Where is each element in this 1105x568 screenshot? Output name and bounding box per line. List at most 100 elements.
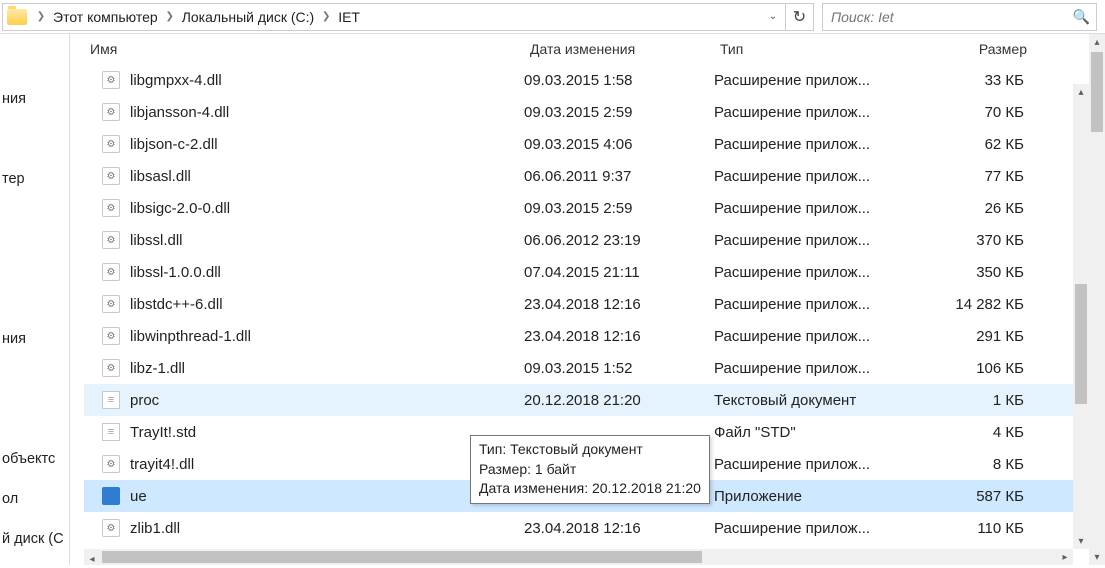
list-vertical-scrollbar[interactable]: ▴ ▾ [1073, 84, 1089, 549]
tooltip-size: Размер: 1 байт [479, 460, 701, 480]
file-date: 09.03.2015 1:58 [524, 72, 714, 89]
file-name: libsigc-2.0-0.dll [130, 200, 230, 217]
file-type: Файл "STD" [714, 424, 894, 441]
dll-file-icon [102, 327, 120, 345]
file-name: zlib1.dll [130, 520, 180, 537]
file-size: 70 КБ [894, 104, 1034, 121]
file-row[interactable]: libstdc++-6.dll 23.04.2018 12:16Расширени… [84, 288, 1089, 320]
refresh-button[interactable]: ↻ [786, 3, 814, 31]
file-row[interactable]: zlib1.dll 23.04.2018 12:16Расширение прил… [84, 512, 1089, 544]
file-type: Расширение прилож... [714, 520, 894, 537]
scroll-thumb[interactable] [1075, 284, 1087, 404]
scroll-thumb[interactable] [1091, 52, 1103, 132]
folder-icon [7, 9, 27, 25]
sidebar-item[interactable] [0, 408, 69, 430]
address-dropdown-icon[interactable]: ⌄ [761, 11, 785, 22]
file-size: 370 КБ [894, 232, 1034, 249]
file-size: 350 КБ [894, 264, 1034, 281]
chevron-right-icon: ❯ [33, 11, 49, 22]
file-row[interactable]: libjson-c-2.dll09.03.2015 4:06Расширение… [84, 128, 1089, 160]
file-row[interactable]: libjansson-4.dll09.03.2015 2:59Расширени… [84, 96, 1089, 128]
scroll-up-icon[interactable]: ▴ [1089, 34, 1105, 50]
text-file-icon [102, 391, 120, 409]
sidebar-item[interactable] [0, 248, 69, 270]
scroll-up-icon[interactable]: ▴ [1073, 84, 1089, 100]
breadcrumb-item[interactable]: Локальный диск (C:) [178, 9, 319, 25]
sidebar-item[interactable]: ния [0, 88, 69, 110]
dll-file-icon [102, 103, 120, 121]
sidebar-item[interactable]: тер [0, 168, 69, 190]
file-name: libssl-1.0.0.dll [130, 264, 221, 281]
sidebar-item[interactable] [0, 288, 69, 310]
file-row[interactable]: libsigc-2.0-0.dll09.03.2015 2:59Расширен… [84, 192, 1089, 224]
dll-file-icon [102, 359, 120, 377]
file-type: Приложение [714, 488, 894, 505]
dll-file-icon [102, 199, 120, 217]
file-date: 23.04.2018 12:16 [524, 328, 714, 345]
file-type: Расширение прилож... [714, 296, 894, 313]
file-type: Расширение прилож... [714, 232, 894, 249]
file-row[interactable]: libwinpthread-1.dll23.04.2018 12:16Расши… [84, 320, 1089, 352]
column-header-size[interactable]: Размер [894, 34, 1034, 64]
dll-file-icon [102, 167, 120, 185]
column-header-name[interactable]: Имя [84, 34, 524, 64]
sidebar-item[interactable] [0, 368, 69, 390]
file-size: 77 КБ [894, 168, 1034, 185]
file-date: 06.06.2011 9:37 [524, 168, 714, 185]
scroll-right-icon[interactable]: ▸ [1057, 549, 1073, 565]
file-type: Расширение прилож... [714, 328, 894, 345]
sidebar-item[interactable] [0, 208, 69, 230]
file-row[interactable]: libz-1.dll09.03.2015 1:52Расширение прил… [84, 352, 1089, 384]
application-icon [102, 487, 120, 505]
file-date: 23.04.2018 12:16 [524, 520, 714, 537]
scroll-thumb[interactable] [102, 551, 702, 563]
sidebar-item[interactable]: объектс [0, 448, 69, 470]
file-size: 106 КБ [894, 360, 1034, 377]
sidebar-item[interactable]: ол [0, 488, 69, 510]
file-date: 09.03.2015 4:06 [524, 136, 714, 153]
file-size: 14 282 КБ [894, 296, 1034, 313]
window-vertical-scrollbar[interactable]: ▴ ▾ [1089, 34, 1105, 565]
file-type: Текстовый документ [714, 392, 894, 409]
dll-file-icon [102, 231, 120, 249]
file-row[interactable]: libsasl.dll06.06.2011 9:37Расширение при… [84, 160, 1089, 192]
file-name: libjansson-4.dll [130, 104, 229, 121]
file-row[interactable]: proc20.12.2018 21:20Текстовый документ1 … [84, 384, 1089, 416]
scroll-down-icon[interactable]: ▾ [1089, 549, 1105, 565]
nav-sidebar: ния тер ния объектс ол й диск (С [0, 34, 70, 565]
sidebar-item[interactable] [0, 128, 69, 150]
scroll-down-icon[interactable]: ▾ [1073, 533, 1089, 549]
file-name: libstdc++-6.dll [130, 296, 223, 313]
file-date: 09.03.2015 1:52 [524, 360, 714, 377]
breadcrumb-item[interactable]: IET [334, 9, 364, 25]
sidebar-item[interactable]: й диск (С [0, 528, 69, 550]
dll-file-icon [102, 519, 120, 537]
file-row[interactable]: libssl-1.0.0.dll07.04.2015 21:11Расширен… [84, 256, 1089, 288]
file-tooltip: Тип: Текстовый документ Размер: 1 байт Д… [470, 435, 710, 504]
chevron-right-icon: ❯ [318, 11, 334, 22]
breadcrumb-bar[interactable]: ❯ Этот компьютер ❯ Локальный диск (C:) ❯… [2, 3, 786, 31]
horizontal-scrollbar[interactable]: ◂ ▸ [84, 549, 1073, 565]
file-size: 62 КБ [894, 136, 1034, 153]
file-type: Расширение прилож... [714, 136, 894, 153]
file-date: 20.12.2018 21:20 [524, 392, 714, 409]
file-type: Расширение прилож... [714, 360, 894, 377]
file-name: trayit4!.dll [130, 456, 194, 473]
search-box[interactable]: 🔍 [822, 3, 1097, 31]
column-header-type[interactable]: Тип [714, 34, 894, 64]
file-row[interactable]: libgmpxx-4.dll09.03.2015 1:58Расширение … [84, 64, 1089, 96]
file-size: 26 КБ [894, 200, 1034, 217]
breadcrumb-item[interactable]: Этот компьютер [49, 9, 162, 25]
scroll-left-icon[interactable]: ◂ [84, 552, 100, 568]
file-type: Расширение прилож... [714, 200, 894, 217]
file-date: 09.03.2015 2:59 [524, 104, 714, 121]
column-header-date[interactable]: Дата изменения [524, 34, 714, 64]
file-date: 23.04.2018 12:16 [524, 296, 714, 313]
search-input[interactable] [823, 4, 1096, 30]
file-size: 110 КБ [894, 520, 1034, 537]
sidebar-item[interactable]: ния [0, 328, 69, 350]
dll-file-icon [102, 135, 120, 153]
file-row[interactable]: libssl.dll06.06.2012 23:19Расширение при… [84, 224, 1089, 256]
sidebar-item[interactable] [0, 48, 69, 70]
address-bar: ❯ Этот компьютер ❯ Локальный диск (C:) ❯… [0, 0, 1105, 34]
